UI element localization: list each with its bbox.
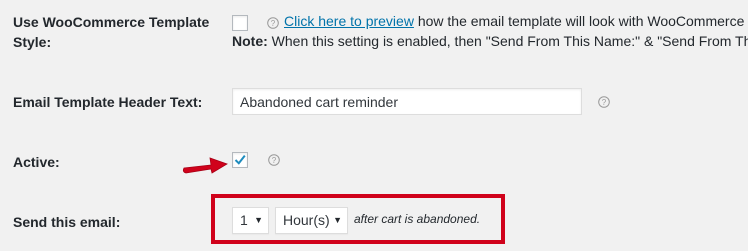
send-unit-value: Hour(s) xyxy=(283,212,330,228)
template-style-label-line2: Style: xyxy=(13,34,52,50)
note-line: Note: When this setting is enabled, then… xyxy=(232,32,748,50)
header-text-label: Email Template Header Text: xyxy=(13,94,203,110)
checkmark-icon xyxy=(234,154,246,165)
triangle-down-icon: ▼ xyxy=(333,215,342,225)
note-label: Note: xyxy=(232,33,268,49)
question-circle-icon[interactable]: ? xyxy=(268,154,280,166)
preview-link[interactable]: Click here to preview xyxy=(284,13,414,29)
after-abandoned-text: after cart is abandoned. xyxy=(354,212,481,226)
template-style-label-line1: Use WooCommerce Template xyxy=(13,14,210,30)
svg-text:?: ? xyxy=(271,19,276,28)
svg-text:?: ? xyxy=(272,156,277,165)
red-arrow-icon xyxy=(182,157,228,174)
question-circle-icon[interactable]: ? xyxy=(598,96,610,108)
template-style-checkbox[interactable] xyxy=(232,15,248,31)
send-number-value: 1 xyxy=(240,212,248,228)
preview-description: how the email template will look with Wo… xyxy=(413,13,745,29)
question-circle-icon[interactable]: ? xyxy=(267,17,279,29)
template-style-label: Use WooCommerce Template Style: xyxy=(13,12,209,52)
active-checkbox[interactable] xyxy=(232,152,248,168)
preview-line: Click here to preview how the email temp… xyxy=(284,12,744,30)
svg-text:?: ? xyxy=(602,98,607,107)
note-text: When this setting is enabled, then "Send… xyxy=(267,33,748,49)
header-text-input[interactable] xyxy=(232,88,582,115)
triangle-down-icon: ▼ xyxy=(254,215,263,225)
send-email-label: Send this email: xyxy=(13,214,121,230)
send-number-select[interactable]: 1 ▼ xyxy=(232,207,269,234)
active-label: Active: xyxy=(13,154,60,170)
send-unit-select[interactable]: Hour(s) ▼ xyxy=(275,207,348,234)
